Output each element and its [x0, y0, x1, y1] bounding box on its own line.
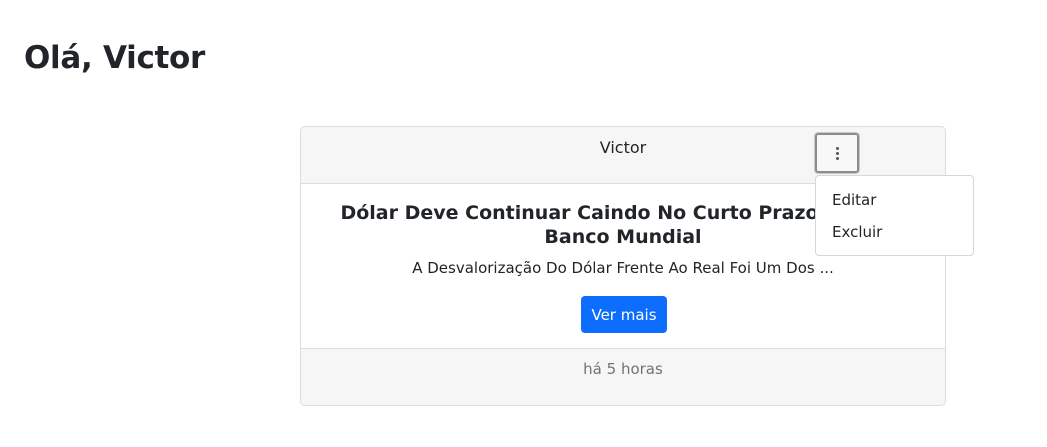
menu-item-excluir[interactable]: Excluir — [832, 223, 882, 241]
post-card: Victor Dólar Deve Continuar Caindo No Cu… — [300, 126, 946, 406]
post-timestamp: há 5 horas — [583, 360, 663, 378]
page-greeting: Olá, Victor — [24, 40, 206, 76]
card-footer: há 5 horas — [301, 348, 945, 405]
post-excerpt: A Desvalorização Do Dólar Frente Ao Real… — [412, 259, 834, 277]
menu-item-editar[interactable]: Editar — [832, 191, 876, 209]
ver-mais-button[interactable]: Ver mais — [581, 296, 667, 333]
post-options-button[interactable] — [814, 132, 860, 174]
kebab-vertical-icon — [835, 146, 839, 160]
post-options-dropdown: Editar Excluir — [815, 175, 974, 256]
